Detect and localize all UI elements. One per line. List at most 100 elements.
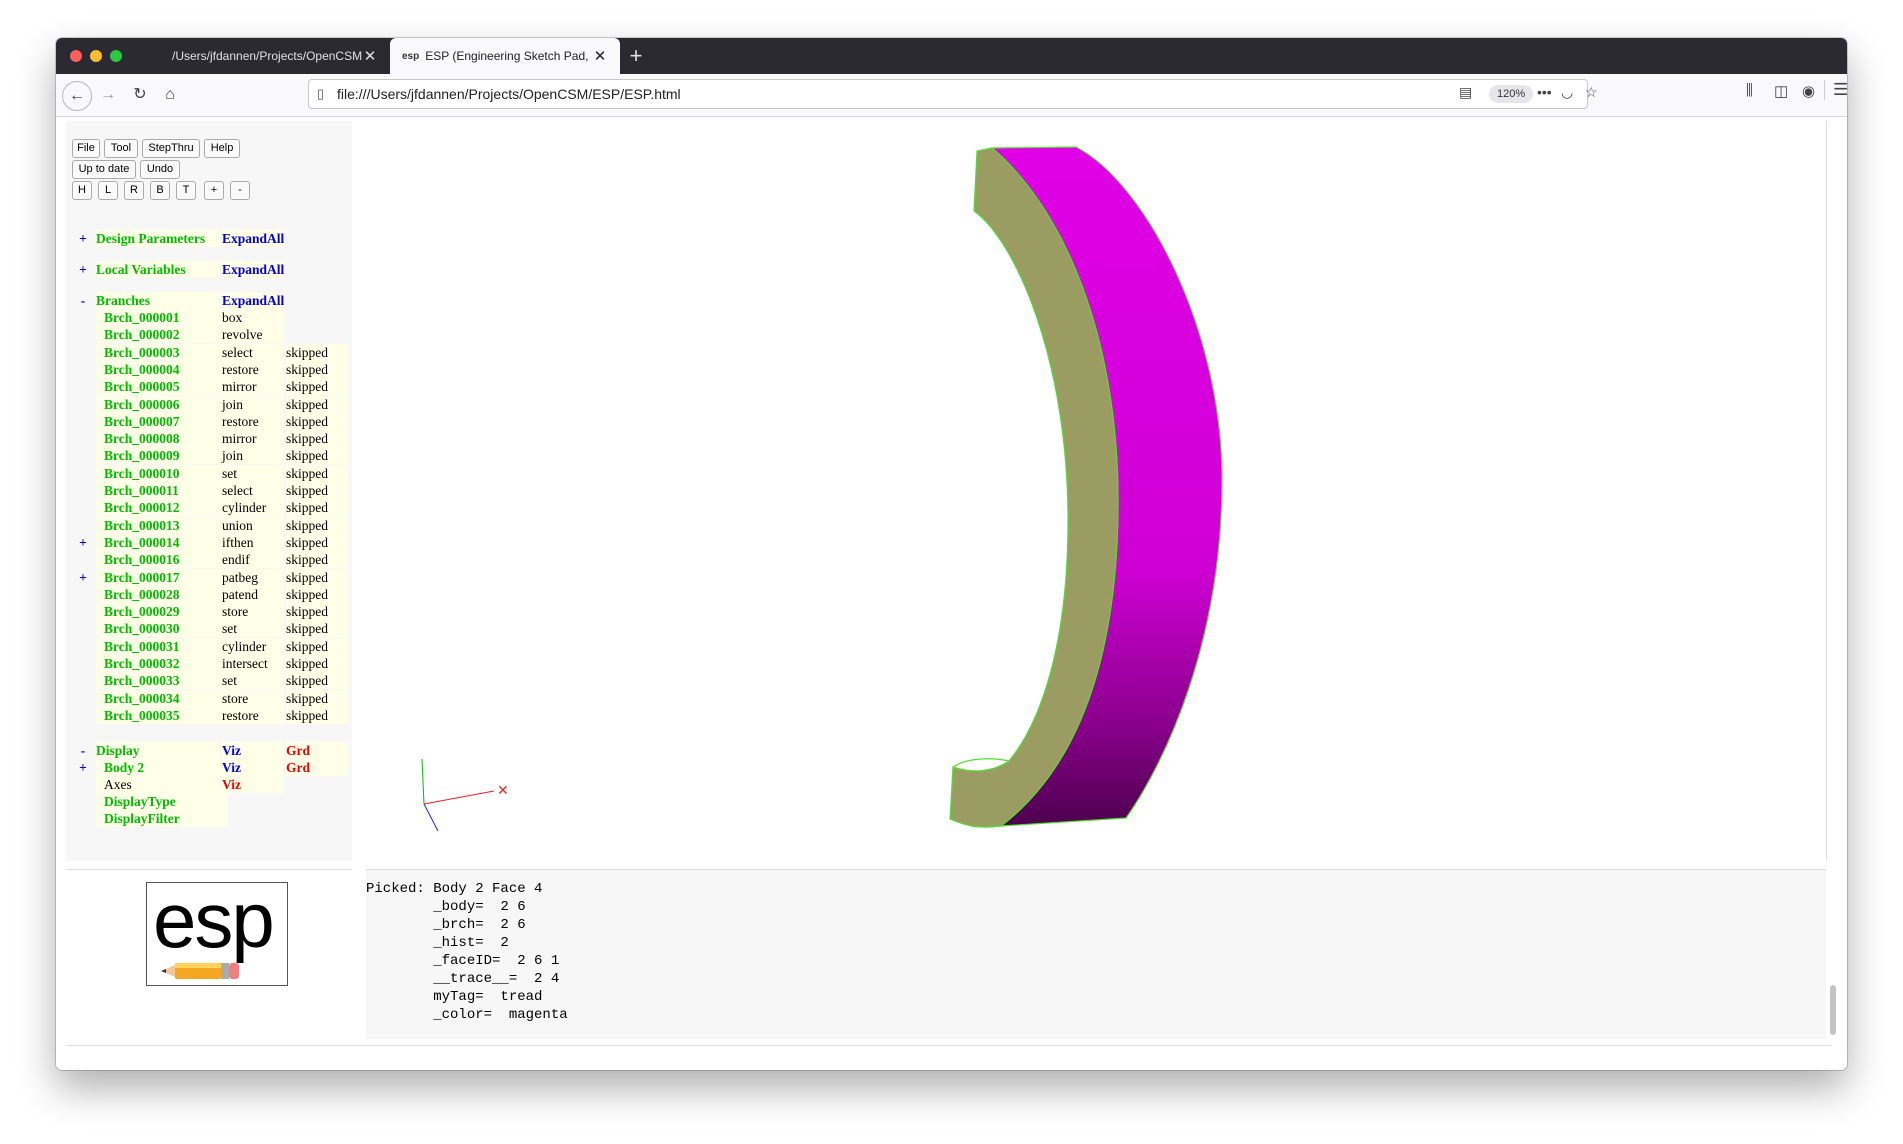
help-button[interactable]: Help bbox=[204, 139, 240, 158]
close-icon[interactable]: ✕ bbox=[592, 47, 608, 65]
message-line: _color= magenta bbox=[366, 1007, 568, 1023]
pocket-icon[interactable]: ◡ bbox=[1561, 84, 1573, 101]
collapse-toggle[interactable]: - bbox=[76, 742, 90, 759]
zoom-out-button[interactable]: - bbox=[230, 181, 250, 200]
address-bar[interactable]: ▯ file:///Users/jfdannen/Projects/OpenCS… bbox=[308, 79, 1598, 109]
reload-icon[interactable]: ↻ bbox=[126, 81, 154, 109]
collapse-toggle[interactable]: - bbox=[76, 292, 90, 309]
grd-toggle[interactable]: Grd bbox=[286, 742, 348, 759]
sidebar-icon[interactable]: ◫ bbox=[1774, 82, 1788, 100]
branch-status: skipped bbox=[286, 499, 348, 517]
more-actions-icon[interactable]: ••• bbox=[1537, 84, 1552, 100]
branch-type: cylinder bbox=[222, 637, 284, 655]
branch-status: skipped bbox=[286, 464, 348, 482]
minimize-window-button[interactable] bbox=[90, 50, 102, 62]
branch-name[interactable]: Brch_000004 bbox=[96, 360, 228, 378]
branch-status: skipped bbox=[286, 378, 348, 396]
branch-row: Brch_000028 patend skipped bbox=[76, 585, 348, 603]
display-type-label[interactable]: DisplayType bbox=[96, 793, 228, 810]
forward-arrow-icon[interactable]: → bbox=[94, 81, 122, 109]
branch-name[interactable]: Brch_000029 bbox=[96, 603, 228, 621]
grd-toggle[interactable]: Grd bbox=[286, 759, 348, 776]
branch-name[interactable]: Brch_000016 bbox=[96, 551, 228, 569]
menu-icon[interactable]: ☰ bbox=[1824, 80, 1847, 100]
branch-name[interactable]: Brch_000033 bbox=[96, 672, 228, 690]
expand-toggle[interactable]: + bbox=[76, 569, 90, 586]
reader-view-icon[interactable]: ▤ bbox=[1459, 84, 1472, 101]
new-tab-button[interactable]: + bbox=[622, 42, 650, 70]
branch-row: + Brch_000017 patbeg skipped bbox=[76, 568, 348, 586]
account-icon[interactable]: ◉ bbox=[1802, 82, 1815, 100]
close-window-button[interactable] bbox=[70, 50, 82, 62]
body-label[interactable]: Body 2 bbox=[96, 759, 228, 776]
zoom-window-button[interactable] bbox=[110, 50, 122, 62]
tree-row-display: - Display Viz Grd bbox=[76, 742, 348, 759]
branch-name[interactable]: Brch_000030 bbox=[96, 620, 228, 638]
home-icon[interactable]: ⌂ bbox=[156, 81, 184, 109]
up-to-date-button[interactable]: Up to date bbox=[72, 160, 136, 179]
stepthru-button[interactable]: StepThru bbox=[142, 139, 200, 158]
close-icon[interactable]: ✕ bbox=[362, 47, 378, 65]
viz-toggle[interactable]: Viz bbox=[222, 776, 284, 793]
tree-header-label[interactable]: Local Variables bbox=[96, 261, 220, 278]
library-icon[interactable]: ⫼ bbox=[1746, 82, 1753, 99]
branch-name[interactable]: Brch_000028 bbox=[96, 585, 228, 603]
branch-name[interactable]: Brch_000031 bbox=[96, 637, 228, 655]
branch-name[interactable]: Brch_000035 bbox=[96, 706, 228, 724]
branch-name[interactable]: Brch_000013 bbox=[96, 516, 228, 534]
expand-all-link[interactable]: ExpandAll bbox=[222, 230, 284, 247]
message-line: Picked: Body 2 Face 4 bbox=[366, 881, 543, 897]
view-top-button[interactable]: T bbox=[176, 181, 196, 200]
tree-header-label[interactable]: Design Parameters bbox=[96, 230, 220, 247]
undo-button[interactable]: Undo bbox=[140, 160, 180, 179]
back-arrow-icon[interactable]: ← bbox=[62, 81, 92, 111]
branch-name[interactable]: Brch_000006 bbox=[96, 395, 228, 413]
expand-all-link[interactable]: ExpandAll bbox=[222, 261, 284, 278]
zoom-level-badge[interactable]: 120% bbox=[1489, 85, 1534, 103]
branch-name[interactable]: Brch_000032 bbox=[96, 655, 228, 672]
viz-toggle[interactable]: Viz bbox=[222, 742, 284, 759]
tab-opencsm[interactable]: /Users/jfdannen/Projects/OpenCSM/ESP/ESP… bbox=[160, 38, 390, 74]
bookmark-star-icon[interactable]: ☆ bbox=[1585, 84, 1598, 101]
branch-name[interactable]: Brch_000012 bbox=[96, 499, 228, 517]
expand-toggle[interactable]: + bbox=[76, 759, 90, 776]
axes-triad: ✕ bbox=[421, 758, 509, 832]
branch-type: ifthen bbox=[222, 533, 284, 551]
viz-toggle[interactable]: Viz bbox=[222, 759, 284, 776]
view-home-button[interactable]: H bbox=[72, 181, 92, 200]
branch-name[interactable]: Brch_000034 bbox=[96, 689, 228, 707]
display-filter-label[interactable]: DisplayFilter bbox=[96, 810, 228, 827]
file-button[interactable]: File bbox=[72, 139, 100, 158]
graphics-viewport[interactable]: ✕ bbox=[366, 121, 1827, 861]
url-text[interactable]: file:///Users/jfdannen/Projects/OpenCSM/… bbox=[337, 86, 681, 102]
expand-toggle[interactable]: + bbox=[76, 261, 90, 278]
branch-name[interactable]: Brch_000008 bbox=[96, 430, 228, 448]
branch-name[interactable]: Brch_000009 bbox=[96, 447, 228, 465]
tree-header-label[interactable]: Branches bbox=[96, 292, 220, 309]
branch-name[interactable]: Brch_000017 bbox=[96, 568, 228, 586]
branch-name[interactable]: Brch_000005 bbox=[96, 378, 228, 396]
view-left-button[interactable]: L bbox=[98, 181, 118, 200]
zoom-in-button[interactable]: + bbox=[204, 181, 224, 200]
model-render[interactable]: ✕ bbox=[366, 121, 1826, 861]
branch-row: Brch_000034 store skipped bbox=[76, 689, 348, 707]
branch-name[interactable]: Brch_000014 bbox=[96, 533, 228, 551]
expand-toggle[interactable]: + bbox=[76, 230, 90, 247]
tool-button[interactable]: Tool bbox=[104, 139, 138, 158]
branch-name[interactable]: Brch_000011 bbox=[96, 482, 228, 499]
branch-name[interactable]: Brch_000002 bbox=[96, 326, 228, 344]
branch-name[interactable]: Brch_000010 bbox=[96, 464, 228, 482]
branch-type: restore bbox=[222, 706, 284, 724]
view-bottom-button[interactable]: B bbox=[150, 181, 170, 200]
branch-name[interactable]: Brch_000003 bbox=[96, 343, 228, 361]
browser-window: /Users/jfdannen/Projects/OpenCSM/ESP/ESP… bbox=[56, 38, 1847, 1070]
branch-name[interactable]: Brch_000007 bbox=[96, 412, 228, 430]
tab-bar: /Users/jfdannen/Projects/OpenCSM/ESP/ESP… bbox=[56, 38, 1847, 74]
expand-all-link[interactable]: ExpandAll bbox=[222, 292, 284, 309]
view-right-button[interactable]: R bbox=[124, 181, 144, 200]
tab-esp[interactable]: esp ESP (Engineering Sketch Pad, Version… bbox=[390, 38, 620, 74]
expand-toggle[interactable]: + bbox=[76, 534, 90, 551]
branch-name[interactable]: Brch_000001 bbox=[96, 309, 228, 326]
message-scrollbar[interactable] bbox=[1830, 985, 1836, 1035]
tree-header-label[interactable]: Display bbox=[96, 742, 220, 759]
